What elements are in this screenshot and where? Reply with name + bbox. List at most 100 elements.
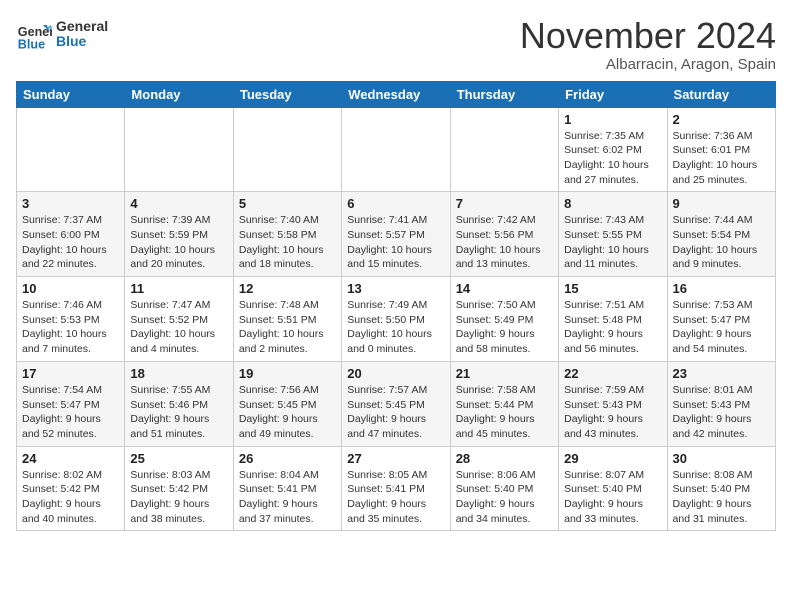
day-info: Sunrise: 8:05 AM Sunset: 5:41 PM Dayligh… [347, 468, 444, 527]
day-info: Sunrise: 7:48 AM Sunset: 5:51 PM Dayligh… [239, 298, 336, 357]
page-header: General Blue General Blue November 2024 … [16, 16, 776, 73]
weekday-header-wednesday: Wednesday [342, 81, 450, 107]
calendar-cell: 22 Sunrise: 7:59 AM Sunset: 5:43 PM Dayli… [559, 361, 667, 446]
calendar-week-row: 17 Sunrise: 7:54 AM Sunset: 5:47 PM Dayli… [17, 361, 776, 446]
day-number: 14 [456, 281, 553, 296]
day-number: 4 [130, 196, 227, 211]
day-number: 7 [456, 196, 553, 211]
day-number: 8 [564, 196, 661, 211]
day-number: 20 [347, 366, 444, 381]
weekday-header-tuesday: Tuesday [233, 81, 341, 107]
day-number: 15 [564, 281, 661, 296]
day-info: Sunrise: 7:51 AM Sunset: 5:48 PM Dayligh… [564, 298, 661, 357]
day-info: Sunrise: 7:56 AM Sunset: 5:45 PM Dayligh… [239, 383, 336, 442]
calendar-cell: 3 Sunrise: 7:37 AM Sunset: 6:00 PM Daylig… [17, 192, 125, 277]
day-info: Sunrise: 7:46 AM Sunset: 5:53 PM Dayligh… [22, 298, 119, 357]
day-info: Sunrise: 8:07 AM Sunset: 5:40 PM Dayligh… [564, 468, 661, 527]
weekday-header-monday: Monday [125, 81, 233, 107]
day-info: Sunrise: 7:42 AM Sunset: 5:56 PM Dayligh… [456, 213, 553, 272]
day-info: Sunrise: 7:49 AM Sunset: 5:50 PM Dayligh… [347, 298, 444, 357]
logo-text-block: General Blue [56, 19, 108, 50]
title-block: November 2024 Albarracin, Aragon, Spain [520, 16, 776, 73]
calendar-cell: 30 Sunrise: 8:08 AM Sunset: 5:40 PM Dayli… [667, 446, 775, 531]
calendar-cell: 10 Sunrise: 7:46 AM Sunset: 5:53 PM Dayli… [17, 277, 125, 362]
day-number: 19 [239, 366, 336, 381]
day-info: Sunrise: 8:06 AM Sunset: 5:40 PM Dayligh… [456, 468, 553, 527]
day-number: 13 [347, 281, 444, 296]
day-number: 9 [673, 196, 770, 211]
month-title: November 2024 [520, 16, 776, 56]
calendar-week-row: 10 Sunrise: 7:46 AM Sunset: 5:53 PM Dayli… [17, 277, 776, 362]
calendar-cell: 19 Sunrise: 7:56 AM Sunset: 5:45 PM Dayli… [233, 361, 341, 446]
day-info: Sunrise: 7:47 AM Sunset: 5:52 PM Dayligh… [130, 298, 227, 357]
day-number: 26 [239, 451, 336, 466]
day-info: Sunrise: 7:54 AM Sunset: 5:47 PM Dayligh… [22, 383, 119, 442]
day-info: Sunrise: 7:40 AM Sunset: 5:58 PM Dayligh… [239, 213, 336, 272]
calendar-cell [17, 107, 125, 192]
day-number: 10 [22, 281, 119, 296]
day-number: 11 [130, 281, 227, 296]
weekday-header-row: SundayMondayTuesdayWednesdayThursdayFrid… [17, 81, 776, 107]
day-number: 5 [239, 196, 336, 211]
calendar-cell [342, 107, 450, 192]
calendar-cell: 14 Sunrise: 7:50 AM Sunset: 5:49 PM Dayli… [450, 277, 558, 362]
day-number: 18 [130, 366, 227, 381]
day-number: 24 [22, 451, 119, 466]
day-number: 30 [673, 451, 770, 466]
calendar-cell: 15 Sunrise: 7:51 AM Sunset: 5:48 PM Dayli… [559, 277, 667, 362]
calendar-table: SundayMondayTuesdayWednesdayThursdayFrid… [16, 81, 776, 532]
calendar-week-row: 1 Sunrise: 7:35 AM Sunset: 6:02 PM Daylig… [17, 107, 776, 192]
location-subtitle: Albarracin, Aragon, Spain [520, 56, 776, 73]
day-info: Sunrise: 7:50 AM Sunset: 5:49 PM Dayligh… [456, 298, 553, 357]
day-info: Sunrise: 7:37 AM Sunset: 6:00 PM Dayligh… [22, 213, 119, 272]
logo-general: General [56, 19, 108, 34]
day-number: 3 [22, 196, 119, 211]
day-number: 27 [347, 451, 444, 466]
day-number: 28 [456, 451, 553, 466]
day-info: Sunrise: 7:44 AM Sunset: 5:54 PM Dayligh… [673, 213, 770, 272]
day-number: 22 [564, 366, 661, 381]
calendar-cell: 24Sunrise: 8:02 AM Sunset: 5:42 PM Dayli… [17, 446, 125, 531]
calendar-cell: 11 Sunrise: 7:47 AM Sunset: 5:52 PM Dayli… [125, 277, 233, 362]
calendar-cell: 2 Sunrise: 7:36 AM Sunset: 6:01 PM Daylig… [667, 107, 775, 192]
day-info: Sunrise: 7:35 AM Sunset: 6:02 PM Dayligh… [564, 129, 661, 188]
day-number: 12 [239, 281, 336, 296]
day-number: 25 [130, 451, 227, 466]
calendar-cell: 5 Sunrise: 7:40 AM Sunset: 5:58 PM Daylig… [233, 192, 341, 277]
day-number: 17 [22, 366, 119, 381]
weekday-header-thursday: Thursday [450, 81, 558, 107]
day-number: 23 [673, 366, 770, 381]
day-info: Sunrise: 7:39 AM Sunset: 5:59 PM Dayligh… [130, 213, 227, 272]
calendar-cell: 21 Sunrise: 7:58 AM Sunset: 5:44 PM Dayli… [450, 361, 558, 446]
calendar-cell [233, 107, 341, 192]
day-info: Sunrise: 7:43 AM Sunset: 5:55 PM Dayligh… [564, 213, 661, 272]
day-info: Sunrise: 8:01 AM Sunset: 5:43 PM Dayligh… [673, 383, 770, 442]
calendar-cell: 6Sunrise: 7:41 AM Sunset: 5:57 PM Daylig… [342, 192, 450, 277]
day-info: Sunrise: 7:59 AM Sunset: 5:43 PM Dayligh… [564, 383, 661, 442]
calendar-cell: 18 Sunrise: 7:55 AM Sunset: 5:46 PM Dayli… [125, 361, 233, 446]
day-info: Sunrise: 7:53 AM Sunset: 5:47 PM Dayligh… [673, 298, 770, 357]
calendar-cell [125, 107, 233, 192]
day-info: Sunrise: 7:57 AM Sunset: 5:45 PM Dayligh… [347, 383, 444, 442]
day-number: 21 [456, 366, 553, 381]
logo-icon: General Blue [16, 16, 52, 52]
day-info: Sunrise: 7:58 AM Sunset: 5:44 PM Dayligh… [456, 383, 553, 442]
day-info: Sunrise: 8:08 AM Sunset: 5:40 PM Dayligh… [673, 468, 770, 527]
calendar-week-row: 3 Sunrise: 7:37 AM Sunset: 6:00 PM Daylig… [17, 192, 776, 277]
calendar-cell: 26 Sunrise: 8:04 AM Sunset: 5:41 PM Dayli… [233, 446, 341, 531]
calendar-cell: 16 Sunrise: 7:53 AM Sunset: 5:47 PM Dayli… [667, 277, 775, 362]
day-number: 29 [564, 451, 661, 466]
day-number: 16 [673, 281, 770, 296]
day-info: Sunrise: 8:04 AM Sunset: 5:41 PM Dayligh… [239, 468, 336, 527]
calendar-cell: 12 Sunrise: 7:48 AM Sunset: 5:51 PM Dayli… [233, 277, 341, 362]
day-info: Sunrise: 7:55 AM Sunset: 5:46 PM Dayligh… [130, 383, 227, 442]
day-number: 2 [673, 112, 770, 127]
weekday-header-friday: Friday [559, 81, 667, 107]
day-info: Sunrise: 7:36 AM Sunset: 6:01 PM Dayligh… [673, 129, 770, 188]
day-number: 1 [564, 112, 661, 127]
day-info: Sunrise: 7:41 AM Sunset: 5:57 PM Dayligh… [347, 213, 444, 272]
logo: General Blue General Blue [16, 16, 108, 52]
calendar-cell: 1 Sunrise: 7:35 AM Sunset: 6:02 PM Daylig… [559, 107, 667, 192]
calendar-cell: 9 Sunrise: 7:44 AM Sunset: 5:54 PM Daylig… [667, 192, 775, 277]
calendar-cell: 29 Sunrise: 8:07 AM Sunset: 5:40 PM Dayli… [559, 446, 667, 531]
